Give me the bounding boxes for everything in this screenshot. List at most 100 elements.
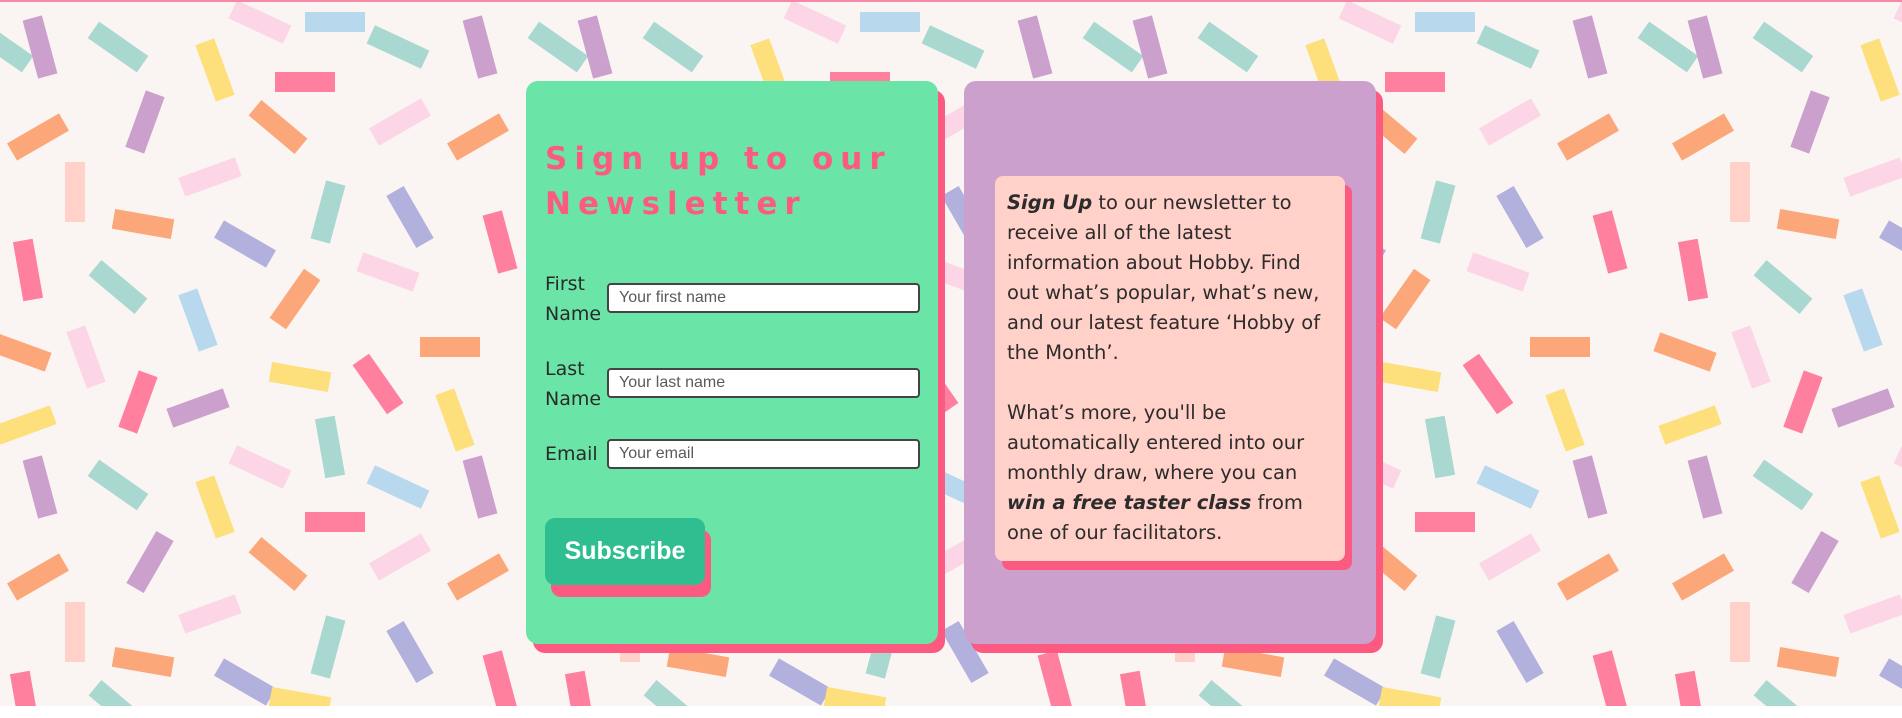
sprinkle [65, 602, 85, 662]
sprinkle [195, 475, 235, 539]
sprinkle [1479, 533, 1541, 581]
sprinkle [1592, 210, 1628, 274]
sprinkle [1776, 646, 1840, 678]
subscribe-button[interactable]: Subscribe [545, 518, 705, 585]
sprinkle [228, 2, 292, 44]
sprinkle [1324, 658, 1386, 706]
sprinkle [1017, 15, 1053, 79]
sprinkle [366, 25, 430, 69]
sprinkle [269, 268, 321, 330]
sprinkle [1658, 405, 1722, 445]
sprinkle [126, 531, 174, 593]
sprinkle [275, 72, 335, 92]
info-paragraph-2: What’s more, you'll be automatically ent… [1007, 398, 1333, 548]
sprinkle [1674, 670, 1706, 706]
sprinkle [1776, 208, 1840, 240]
first-name-label: First Name [545, 273, 602, 325]
sprinkle [1572, 455, 1608, 519]
sprinkle [178, 288, 218, 352]
sprinkle [462, 455, 498, 519]
email-row: Email [545, 439, 923, 499]
sprinkle [369, 98, 431, 146]
sprinkle [214, 658, 276, 706]
sign-up-emphasis: Sign Up [1007, 191, 1093, 214]
sprinkle [1879, 220, 1902, 268]
info-paragraph-1-text: to our newsletter to receive all of the … [1007, 191, 1321, 364]
sprinkle [1557, 113, 1619, 161]
info-paragraph-1: Sign Up to our newsletter to receive all… [1007, 188, 1333, 368]
sprinkle [1378, 686, 1442, 706]
sprinkle [921, 25, 985, 69]
sprinkle [214, 220, 276, 268]
sprinkle [7, 113, 69, 161]
sprinkle [1790, 90, 1830, 154]
sprinkle [666, 646, 730, 678]
sprinkle [111, 646, 175, 678]
sprinkle [310, 180, 346, 244]
sprinkle [268, 686, 332, 706]
sprinkle [1687, 455, 1723, 519]
sprinkle [1466, 252, 1530, 292]
sprinkle [1730, 602, 1750, 662]
sprinkle [88, 680, 148, 706]
sprinkle [166, 388, 230, 428]
sprinkle [1791, 531, 1839, 593]
sprinkle [1752, 21, 1814, 73]
sprinkle [118, 370, 158, 434]
sprinkle [783, 2, 847, 44]
sprinkle [1843, 288, 1883, 352]
sprinkle [248, 537, 308, 591]
sprinkle [1843, 157, 1902, 197]
sprinkle [1893, 2, 1902, 44]
sprinkle [1338, 2, 1402, 44]
sprinkle [1730, 162, 1750, 222]
sprinkle [1530, 337, 1590, 357]
first-name-input[interactable] [607, 283, 920, 313]
sprinkle [1677, 238, 1709, 302]
sprinkle [1752, 459, 1814, 511]
email-label: Email [545, 443, 598, 465]
free-taster-emphasis: win a free taster class [1007, 491, 1252, 514]
last-name-input[interactable] [607, 368, 920, 398]
sprinkle [1572, 15, 1608, 79]
sprinkle [352, 353, 404, 415]
sprinkle [1379, 268, 1431, 330]
sprinkle [369, 533, 431, 581]
sprinkle [87, 459, 149, 511]
last-name-row: Last Name [545, 354, 923, 414]
sprinkle [1831, 388, 1895, 428]
sprinkle [1415, 512, 1475, 532]
sprinkle [1843, 594, 1902, 634]
sprinkle [1132, 15, 1168, 79]
sprinkle [1197, 21, 1259, 73]
sprinkle [1731, 325, 1771, 389]
sprinkle [642, 21, 704, 73]
sprinkle [527, 21, 589, 73]
sprinkle-pattern [0, 2, 1902, 706]
sprinkle [1879, 658, 1902, 706]
sprinkle [1378, 361, 1442, 393]
sprinkle [386, 621, 434, 683]
sprinkle [1385, 72, 1445, 92]
sprinkle [228, 445, 292, 489]
sprinkle [65, 162, 85, 222]
sprinkle [356, 252, 420, 292]
sprinkle [9, 670, 41, 706]
sprinkle [66, 325, 106, 389]
sprinkle [1893, 445, 1902, 489]
info-text-box: Sign Up to our newsletter to receive all… [995, 176, 1345, 561]
info-paragraph-2-start: What’s more, you'll be automatically ent… [1007, 401, 1305, 484]
sprinkle [420, 337, 480, 357]
email-input[interactable] [607, 439, 920, 469]
sprinkle [1415, 12, 1475, 32]
sprinkle [22, 455, 58, 519]
sprinkle [435, 388, 475, 452]
sprinkle [1420, 615, 1456, 679]
sprinkle [1221, 646, 1285, 678]
sprinkle [125, 90, 165, 154]
sprinkle [1082, 21, 1144, 73]
sprinkle [1672, 113, 1734, 161]
sprinkle [1753, 680, 1813, 706]
newsletter-info-card: Sign Up to our newsletter to receive all… [964, 81, 1376, 644]
sprinkle [22, 15, 58, 79]
